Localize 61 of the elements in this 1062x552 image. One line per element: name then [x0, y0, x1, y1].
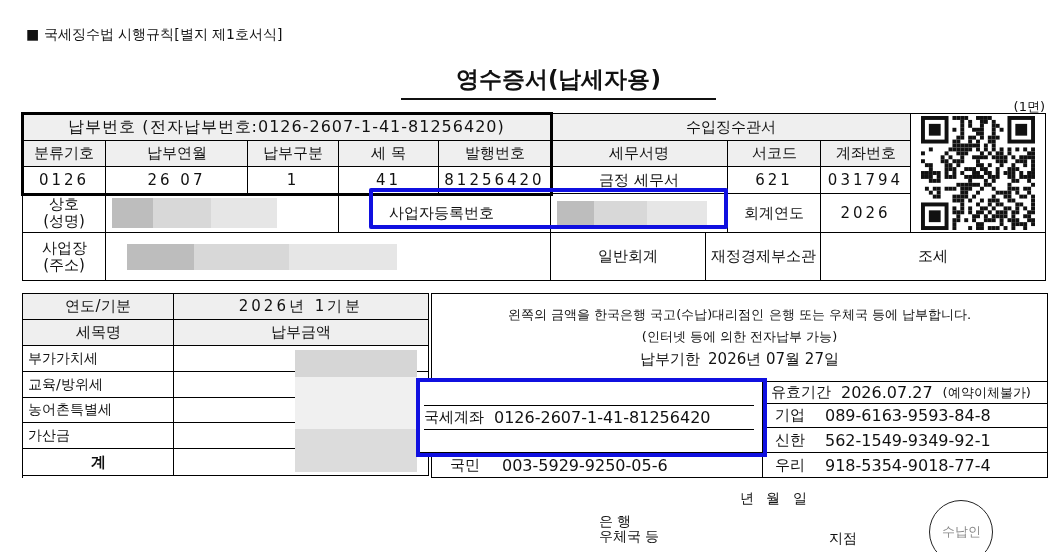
- table-cell: 2026년 1기분: [174, 294, 429, 320]
- column-header: 발행번호: [439, 141, 551, 167]
- date-label: 년 월 일: [740, 490, 808, 508]
- bank-name: 신한: [775, 430, 805, 450]
- field-label: 회계연도: [728, 194, 821, 233]
- column-header: 세목명: [23, 320, 174, 346]
- table-cell: 계: [23, 449, 174, 476]
- bank-name: 기업: [775, 406, 805, 425]
- notice-text: 왼쪽의 금액을 한국은행 국고(수납)대리점인 은행 또는 우체국 등에 납부합니다.: [507, 306, 972, 324]
- account-number: 562-1549-9349-92-1: [825, 430, 991, 450]
- account-number: 003-5929-9250-05-6: [502, 455, 668, 475]
- field-label: (성명): [43, 213, 85, 230]
- account-number: 0126-2607-1-41-81256420: [494, 407, 711, 427]
- column-header: 계좌번호: [821, 141, 911, 167]
- table-cell: 부가가치세: [23, 346, 174, 372]
- column-header: 납부연월: [106, 141, 248, 167]
- table-cell: 2026: [821, 194, 911, 233]
- bank-label: 우체국 등: [599, 529, 660, 544]
- table-cell: 1: [248, 167, 339, 194]
- column-header: 세무서명: [551, 141, 728, 167]
- payment-number-header: 납부번호 (전자납부번호:0126-2607-1-41-81256420): [23, 114, 551, 141]
- page-label: (1면): [1013, 100, 1045, 113]
- bank-name: 국민: [450, 455, 480, 475]
- validity-date: 2026.07.27: [841, 383, 933, 402]
- bank-label: 은 행: [599, 514, 633, 529]
- receipt-title: 영수증서(납세자용): [401, 64, 716, 100]
- table-cell: 금정 세무서: [551, 167, 728, 194]
- office-header: 수입징수관서: [551, 114, 911, 141]
- notice-text: (인터넷 등에 의한 전자납부 가능): [641, 328, 838, 346]
- form-label: ■ 국세징수법 시행규칙[별지 제1호서식]: [26, 26, 284, 44]
- validity-note: (예약이체불가): [942, 383, 1031, 402]
- column-header: 납부금액: [174, 320, 429, 346]
- account-number: 918-5354-9018-77-4: [825, 455, 991, 475]
- validity-label: 유효기간: [771, 383, 831, 402]
- account-number: 089-6163-9593-84-8: [825, 406, 991, 425]
- table-cell: 교육/방위세: [23, 372, 174, 398]
- table-cell: 26 07: [106, 167, 248, 194]
- column-header: 서코드: [728, 141, 821, 167]
- table-cell: 농어촌특별세: [23, 398, 174, 423]
- table-cell: 81256420: [439, 167, 551, 194]
- column-header: 세 목: [339, 141, 439, 167]
- column-header: 연도/기분: [23, 294, 174, 320]
- table-cell: 재정경제부소관: [706, 233, 821, 281]
- table-cell: 가산금: [23, 423, 174, 449]
- field-label: (주소): [43, 256, 85, 274]
- bank-name: 우리: [775, 455, 805, 475]
- column-header: 납부구분: [248, 141, 339, 167]
- account-label: 국세계좌: [424, 407, 484, 427]
- field-label: 사업자등록번호: [389, 203, 494, 223]
- table-cell: 621: [728, 167, 821, 194]
- branch-label: 지점: [829, 530, 858, 548]
- table-cell: 일반회계: [551, 233, 706, 281]
- column-header: 분류기호: [23, 141, 106, 167]
- field-label: 상호: [49, 196, 79, 213]
- field-label: 사업장: [41, 239, 87, 257]
- table-cell: 41: [339, 167, 439, 194]
- table-cell: 0126: [23, 167, 106, 194]
- due-label: 납부기한: [640, 350, 701, 369]
- table-cell: 031794: [821, 167, 911, 194]
- table-cell: 조세: [821, 233, 1046, 281]
- due-date: 2026년 07월 27일: [708, 350, 839, 369]
